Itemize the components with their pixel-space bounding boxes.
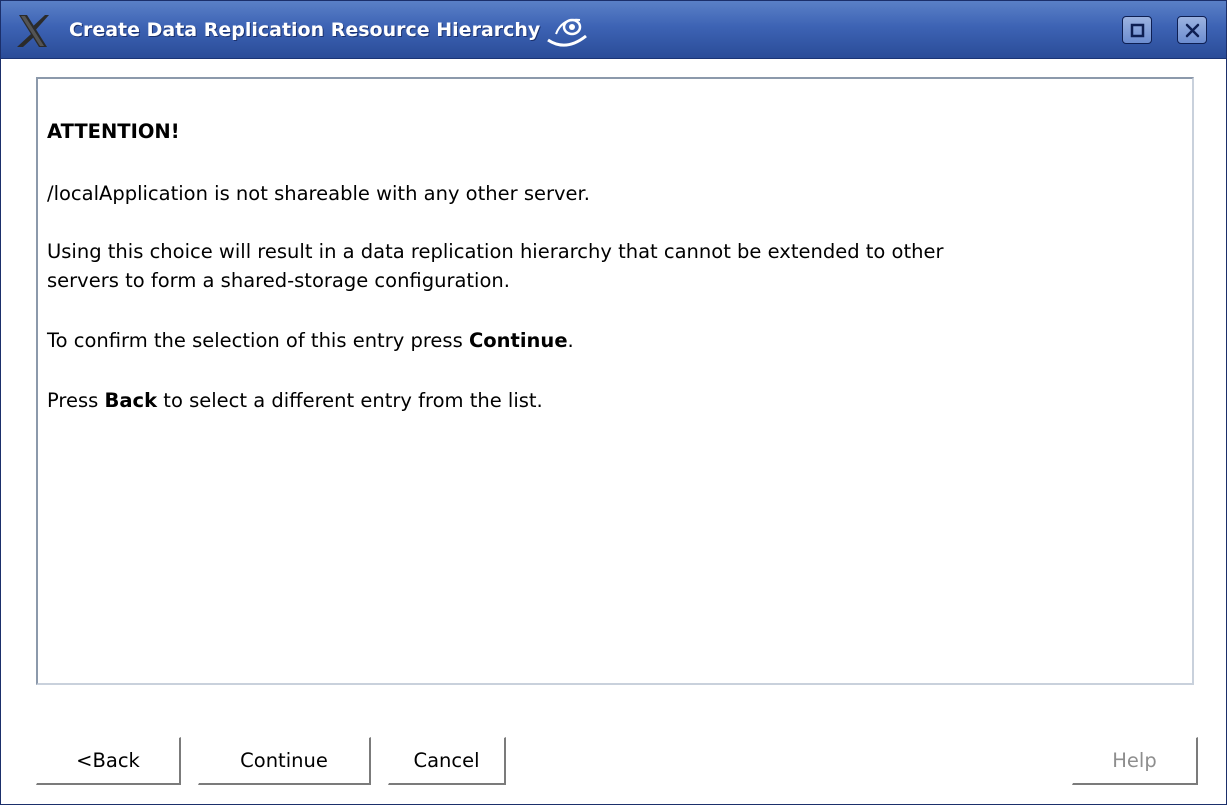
back-instruction-post: to select a different entry from the lis…: [157, 389, 543, 412]
swirl-icon: [547, 18, 587, 47]
consequence-text: Using this choice will result in a data …: [47, 237, 944, 295]
message-panel: ATTENTION! /localApplication is not shar…: [36, 77, 1194, 685]
back-instruction: Press Back to select a different entry f…: [47, 386, 543, 415]
title-bar[interactable]: Create Data Replication Resource Hierarc…: [1, 1, 1226, 59]
close-button[interactable]: [1177, 16, 1207, 44]
help-button[interactable]: Help: [1072, 737, 1198, 785]
consequence-text-line-a: Using this choice will result in a data …: [47, 240, 944, 263]
back-instruction-pre: Press: [47, 389, 105, 412]
back-button[interactable]: <Back: [36, 737, 181, 785]
window-title: Create Data Replication Resource Hierarc…: [69, 19, 541, 41]
cancel-button[interactable]: Cancel: [388, 737, 506, 785]
confirm-instruction-pre: To confirm the selection of this entry p…: [47, 329, 469, 352]
maximize-button[interactable]: [1122, 16, 1152, 44]
maximize-icon: [1130, 23, 1145, 38]
attention-heading: ATTENTION!: [47, 120, 180, 143]
confirm-instruction: To confirm the selection of this entry p…: [47, 326, 574, 355]
consequence-text-line-b: servers to form a shared-storage configu…: [47, 269, 510, 292]
continue-button[interactable]: Continue: [198, 737, 371, 785]
x-window-icon: [17, 15, 49, 47]
confirm-instruction-post: .: [567, 329, 574, 352]
close-icon: [1185, 23, 1200, 38]
confirm-instruction-keyword: Continue: [468, 329, 568, 352]
back-instruction-keyword: Back: [104, 389, 158, 412]
dialog-window: Create Data Replication Resource Hierarc…: [0, 0, 1227, 805]
not-shareable-text: /localApplication is not shareable with …: [47, 182, 590, 205]
